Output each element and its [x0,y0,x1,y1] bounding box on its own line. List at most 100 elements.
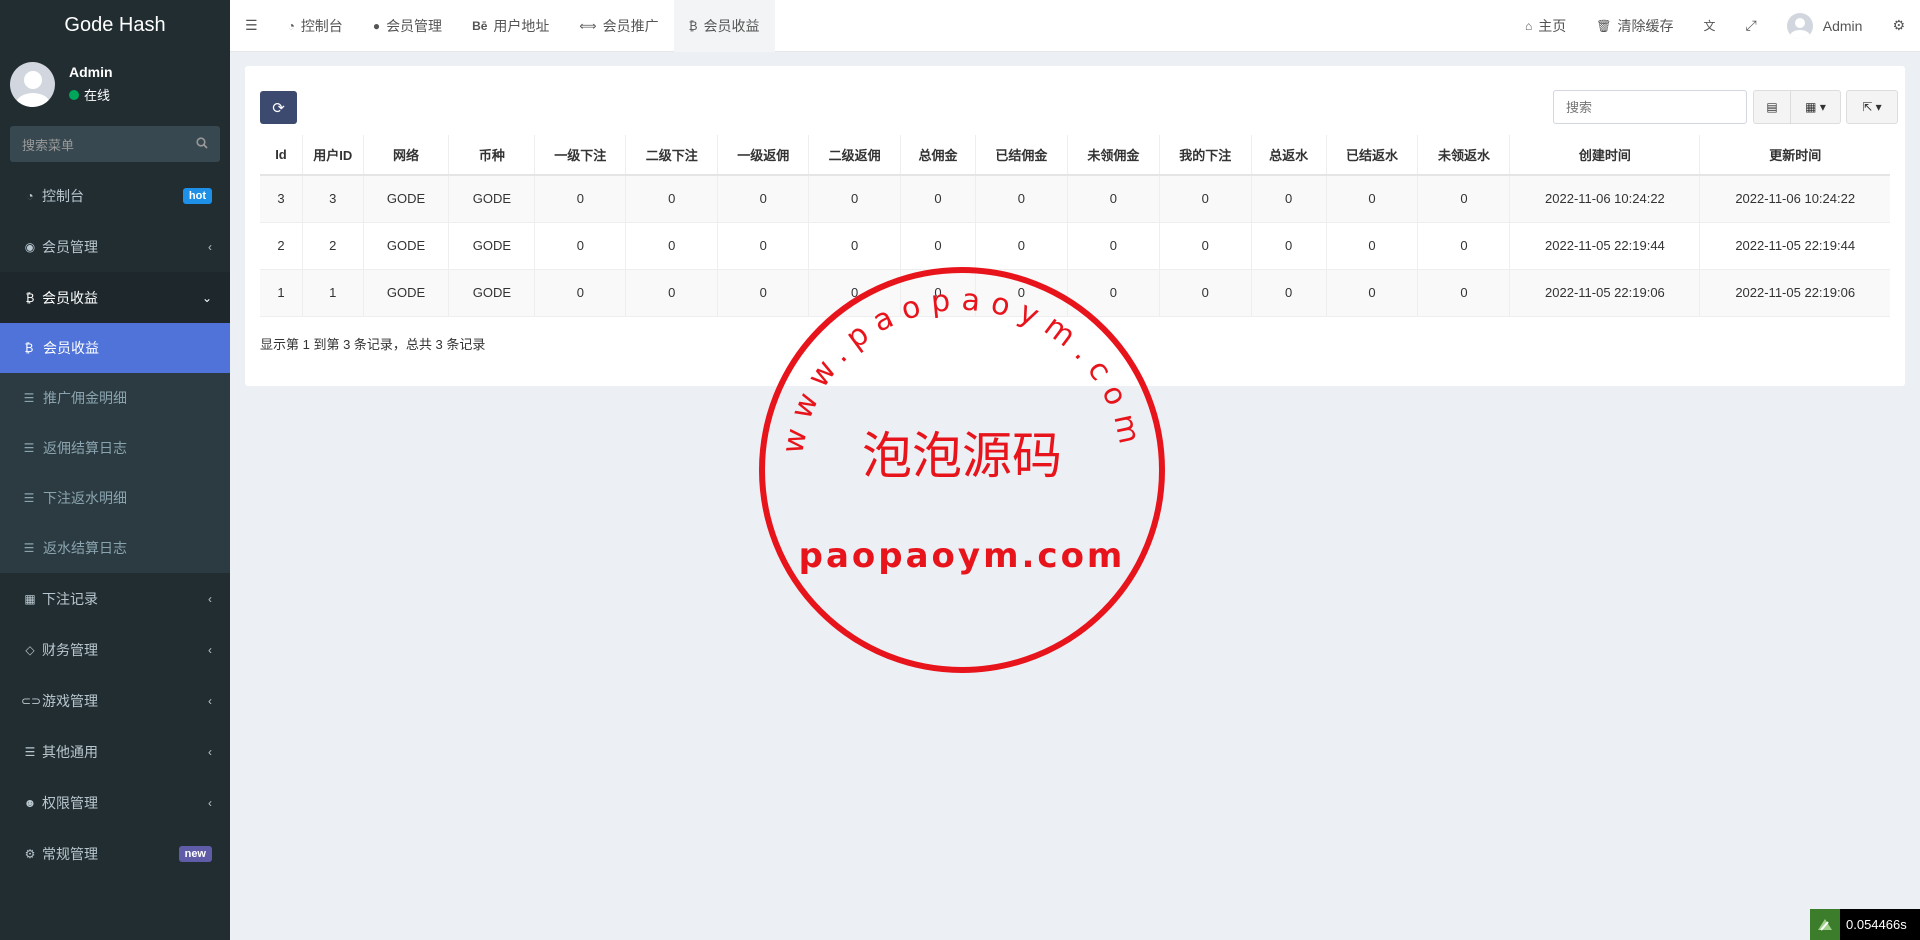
tab-member-promotion[interactable]: ⟺ 会员推广 [564,0,673,52]
export-button[interactable]: ⇱ ▾ [1846,90,1898,124]
table-cell: 2 [302,222,364,270]
column-header[interactable]: 未领佣金 [1067,135,1160,176]
column-header[interactable]: 总返水 [1251,135,1327,176]
tab-user-address[interactable]: Bē 用户地址 [457,0,564,52]
table-cell: 1 [302,269,364,317]
chevron-left-icon: ‹ [208,239,212,254]
table-cell: 0 [534,269,627,317]
column-header[interactable]: 网络 [363,135,450,176]
list-icon: ☰ [23,391,35,405]
table-cell: 0 [625,222,719,270]
chevron-left-icon: ‹ [208,591,212,606]
column-header[interactable]: 二级返佣 [808,135,902,176]
sidebar-search-input[interactable]: 搜索菜单 [22,135,196,154]
settings-button[interactable]: ⚙ [1877,0,1920,52]
table-cell: 0 [900,175,976,223]
sidebar-item-members[interactable]: ◉ 会员管理 ‹ [0,221,230,272]
sidebar-item-label: 返佣结算日志 [43,440,127,456]
language-button[interactable]: 文 [1689,0,1731,52]
column-header[interactable]: 币种 [448,135,536,176]
sidebar-subitem-commission-detail[interactable]: ☰ 推广佣金明细 [0,373,230,423]
table-cell: 0 [1417,175,1511,223]
column-header[interactable]: 总佣金 [900,135,976,176]
refresh-icon: ⟳ [272,99,285,117]
table-cell: 0 [1417,269,1511,317]
column-header[interactable]: 已结返水 [1326,135,1419,176]
sidebar-item-label: 返水结算日志 [43,540,127,556]
clear-cache-button[interactable]: 🗑 清除缓存 [1581,0,1688,52]
list-icon: ☰ [24,744,36,759]
sidebar-item-games[interactable]: ⊂⊃ 游戏管理 ‹ [0,675,230,726]
table-row[interactable]: 2 2 GODE GODE 0 0 0 0 0 0 0 0 0 0 0 2022-11-05 22:19:44… [260,222,1890,270]
sidebar-item-permissions[interactable]: ☻ 权限管理 ‹ [0,777,230,828]
sidebar-item-label: 推广佣金明细 [43,390,127,406]
column-header[interactable]: 一级返佣 [717,135,810,176]
debug-timer-badge[interactable]: 0.054466s [1810,909,1920,940]
diamond-icon: ◇ [25,642,35,657]
tab-label: 用户地址 [493,17,550,34]
list-icon: ☰ [23,541,35,555]
tab-members[interactable]: ● 会员管理 [358,0,457,52]
column-header[interactable]: 未领返水 [1417,135,1511,176]
sidebar-item-label: 会员管理 [42,238,98,255]
sidebar-subitem-commission-log[interactable]: ☰ 返佣结算日志 [0,423,230,473]
table-cell: 0 [808,175,902,223]
sidebar-item-label: 会员收益 [43,340,99,356]
sidebar-toggle-button[interactable]: ☰ [230,0,273,52]
fullscreen-button[interactable]: ⤢ [1731,0,1772,52]
sidebar-item-earnings[interactable]: ₿ 会员收益 ⌄ [0,272,230,323]
sidebar-item-label: 财务管理 [42,641,98,658]
behance-icon: Bē [472,18,488,33]
sidebar-subitem-rebate-log[interactable]: ☰ 返水结算日志 [0,523,230,573]
table-row[interactable]: 3 3 GODE GODE 0 0 0 0 0 0 0 0 0 0 0 2022-11-06 10:24:22… [260,175,1890,223]
toggle-view-button[interactable]: ▤ [1753,90,1791,124]
user-icon: ● [372,18,381,33]
columns-button[interactable]: ▦ ▾ [1791,90,1841,124]
user-status-label: 在线 [84,88,111,103]
sidebar-item-settings[interactable]: ⚙ 常规管理 new [0,828,230,879]
column-header[interactable]: 一级下注 [534,135,627,176]
column-header[interactable]: 我的下注 [1159,135,1252,176]
sidebar-item-general[interactable]: ☰ 其他通用 ‹ [0,726,230,777]
column-header[interactable]: 二级下注 [625,135,719,176]
hamburger-icon: ☰ [245,17,258,33]
refresh-button[interactable]: ⟳ [260,91,297,124]
sidebar-item-label: 常规管理 [42,845,98,862]
sidebar-subitem-member-earnings[interactable]: ₿ 会员收益 [0,323,230,373]
debug-logo-icon [1810,909,1840,940]
table-cell: 1 [260,269,303,317]
table-cell: 2022-11-05 22:19:44 [1699,222,1890,270]
table-cell: 0 [1159,175,1252,223]
sidebar-item-finance[interactable]: ◇ 财务管理 ‹ [0,624,230,675]
tab-dashboard[interactable]: ◔ 控制台 [273,0,358,52]
column-header[interactable]: Id [260,135,303,176]
sidebar-subitem-rebate-detail[interactable]: ☰ 下注返水明细 [0,473,230,523]
sidebar-search[interactable]: 搜索菜单 [10,126,220,162]
sidebar-item-bets[interactable]: ▦ 下注记录 ‹ [0,573,230,624]
handshake-icon: ⟺ [579,18,597,33]
bitcoin-icon: ₿ [688,18,698,33]
column-header[interactable]: 用户ID [302,135,364,176]
pagination-info: 显示第 1 到第 3 条记录，总共 3 条记录 [260,337,486,352]
table-cell: 0 [1251,269,1327,317]
sidebar-item-dashboard[interactable]: ◔ 控制台 hot [0,170,230,221]
table-cell: GODE [363,269,450,317]
table-cell: GODE [448,269,536,317]
sidebar: Gode Hash Admin 在线 搜索菜单 ◔ 控制台 hot ◉ 会员管理… [0,0,230,940]
user-menu-label: Admin [1822,17,1863,34]
table-cell: 2022-11-06 10:24:22 [1699,175,1890,223]
column-header[interactable]: 创建时间 [1509,135,1701,176]
home-link[interactable]: ⌂ 主页 [1510,0,1581,52]
sidebar-item-label: 控制台 [42,187,84,204]
table-cell: 2022-11-05 22:19:44 [1509,222,1701,270]
user-menu[interactable]: Admin [1772,0,1878,52]
brand-logo[interactable]: Gode Hash [0,0,230,50]
user-panel: Admin 在线 [0,50,230,118]
column-header[interactable]: 更新时间 [1699,135,1890,176]
column-header[interactable]: 已结佣金 [975,135,1068,176]
tab-member-earnings[interactable]: ₿ 会员收益 [673,0,775,52]
tab-label: 会员推广 [602,17,659,34]
table-search-input[interactable] [1553,90,1747,124]
search-icon[interactable] [196,136,208,152]
chevron-left-icon: ‹ [208,642,212,657]
